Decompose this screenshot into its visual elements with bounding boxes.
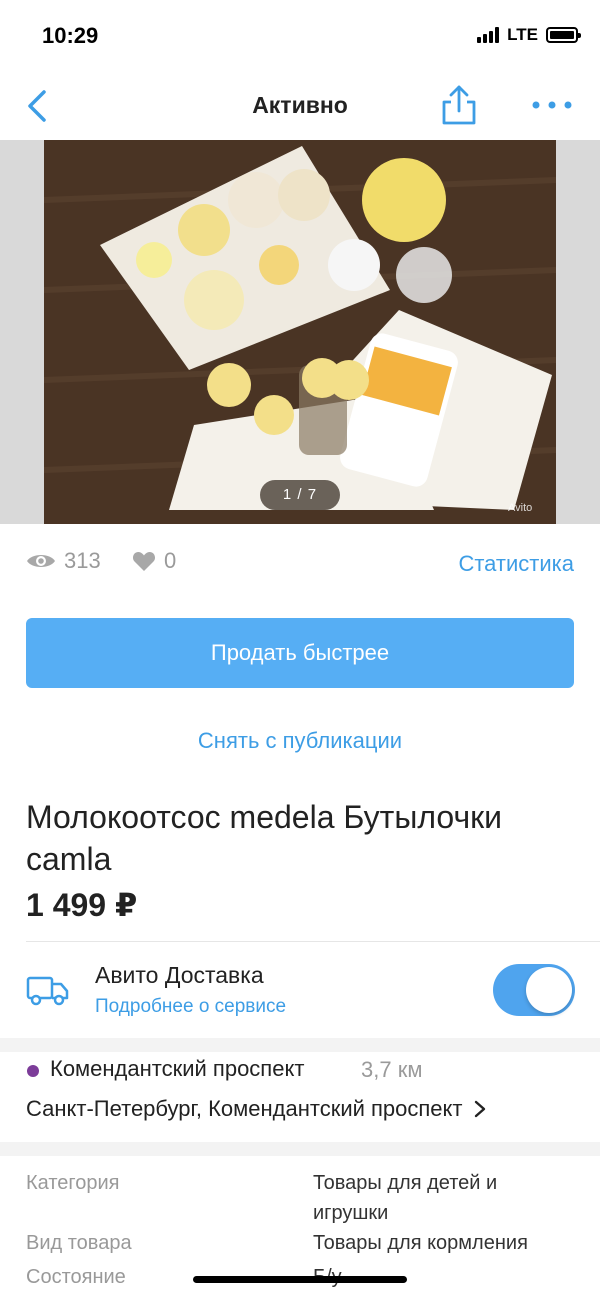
section-separator xyxy=(0,1142,600,1156)
address-text: Санкт-Петербург, Комендантский проспект xyxy=(26,1096,463,1121)
delivery-truck-icon xyxy=(26,976,69,1006)
address-link[interactable]: Санкт-Петербург, Комендантский проспект xyxy=(26,1096,487,1122)
delivery-title: Авито Доставка xyxy=(95,962,264,988)
stats-row: 313 0 Статистика xyxy=(26,548,574,580)
param-value: Товары для детей и игрушки xyxy=(313,1172,498,1224)
item-title: Молокоотсос medela Бутылочки camla xyxy=(26,799,502,877)
network-label: LTE xyxy=(507,25,538,44)
signal-icon xyxy=(477,27,500,43)
param-label: Состояние xyxy=(26,1266,126,1288)
delivery-details-link[interactable]: Подробнее о сервисе xyxy=(95,996,286,1018)
heart-icon xyxy=(132,552,156,571)
sell-faster-button[interactable]: Продать быстрее xyxy=(26,618,574,688)
statistics-link[interactable]: Статистика xyxy=(458,551,574,577)
param-label: Категория xyxy=(26,1172,120,1194)
eye-icon xyxy=(27,555,55,567)
param-label: Вид товара xyxy=(26,1232,132,1254)
more-dots-icon[interactable] xyxy=(530,92,574,118)
photo-counter: 1 / 7 xyxy=(260,480,340,510)
watermark: Avito xyxy=(508,502,533,514)
metro-distance: 3,7 км xyxy=(361,1057,423,1082)
views-count: 313 xyxy=(64,548,101,573)
home-indicator xyxy=(193,1276,407,1283)
delivery-toggle[interactable] xyxy=(493,964,575,1016)
nav-bar: Активно xyxy=(0,70,600,140)
favorites-stat: 0 xyxy=(132,548,176,574)
status-bar: 10:29 LTE xyxy=(0,0,600,70)
favorites-count: 0 xyxy=(164,548,177,573)
chevron-right-icon xyxy=(474,1100,485,1118)
item-price: 1 499 ₽ xyxy=(26,887,138,923)
chevron-left-icon[interactable] xyxy=(22,86,52,126)
product-photo[interactable] xyxy=(44,140,556,524)
battery-icon xyxy=(546,27,581,43)
divider xyxy=(26,941,600,942)
status-time: 10:29 xyxy=(42,23,99,48)
page-title: Активно xyxy=(252,92,348,118)
metro-station: Комендантский проспект xyxy=(50,1056,305,1081)
param-value: Товары для кормления xyxy=(313,1232,528,1254)
status-indicators: LTE xyxy=(477,25,581,45)
unpublish-link[interactable]: Снять с публикации xyxy=(0,728,600,754)
photo-gallery[interactable]: 1 / 7 Avito xyxy=(0,140,600,524)
section-separator xyxy=(0,1038,600,1052)
share-icon[interactable] xyxy=(440,84,478,126)
toggle-knob xyxy=(526,967,572,1013)
views-stat: 313 xyxy=(26,548,101,574)
metro-line-dot xyxy=(27,1065,39,1077)
